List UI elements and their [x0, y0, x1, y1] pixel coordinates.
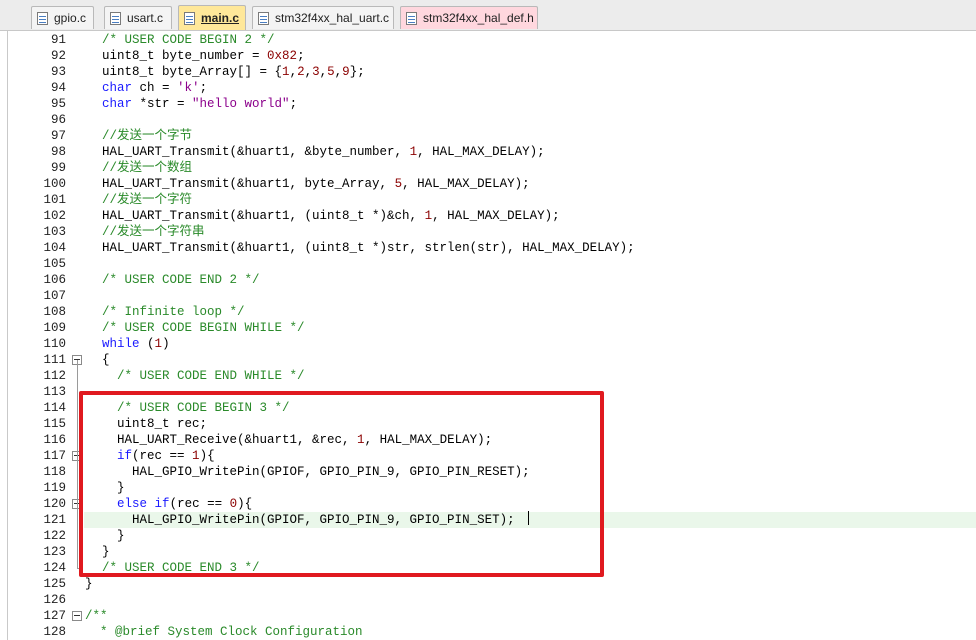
line-number: 122 — [43, 529, 66, 543]
file-icon — [184, 11, 195, 25]
line-number: 91 — [50, 33, 66, 47]
code-editor[interactable]: 91 /* USER CODE BEGIN 2 */ 92 uint8_t byt… — [0, 31, 976, 640]
code-line[interactable]: /* USER CODE END WHILE */ — [72, 368, 305, 384]
code-line[interactable]: uint8_t byte_Array[] = {1,2,3,5,9}; — [72, 64, 365, 80]
line-number: 127 — [43, 609, 66, 623]
tab-stm32f4xx-hal-def-h[interactable]: stm32f4xx_hal_def.h — [400, 6, 538, 29]
line-number: 125 — [43, 577, 66, 591]
line-number: 117 — [43, 449, 66, 463]
code-line[interactable]: /* USER CODE END 2 */ — [72, 272, 260, 288]
code-line[interactable]: HAL_UART_Transmit(&huart1, (uint8_t *)st… — [72, 240, 635, 256]
line-number: 108 — [43, 305, 66, 319]
tab-label: gpio.c — [54, 11, 87, 25]
line-number: 121 — [43, 513, 66, 527]
tab-label: stm32f4xx_hal_uart.c — [275, 11, 390, 25]
line-number: 111 — [43, 353, 66, 367]
file-icon — [406, 11, 417, 25]
code-line[interactable]: while (1) — [72, 336, 170, 352]
line-number: 113 — [43, 385, 66, 399]
line-number: 104 — [43, 241, 66, 255]
line-number: 97 — [50, 129, 66, 143]
highlight-box — [79, 391, 604, 577]
line-number: 98 — [50, 145, 66, 159]
line-number: 105 — [43, 257, 66, 271]
line-number: 94 — [50, 81, 66, 95]
fold-guide — [77, 360, 78, 568]
line-number: 109 — [43, 321, 66, 335]
code-line[interactable]: //发送一个数组 — [72, 160, 192, 176]
line-number: 95 — [50, 97, 66, 111]
line-number: 100 — [43, 177, 66, 191]
line-number: 123 — [43, 545, 66, 559]
line-number: 112 — [43, 369, 66, 383]
tab-label: stm32f4xx_hal_def.h — [423, 11, 534, 25]
code-line[interactable]: * @brief System Clock Configuration — [85, 624, 363, 640]
code-line[interactable]: /* Infinite loop */ — [72, 304, 245, 320]
line-number: 103 — [43, 225, 66, 239]
code-line[interactable]: } — [85, 576, 93, 592]
code-line[interactable]: /* USER CODE BEGIN WHILE */ — [72, 320, 305, 336]
tab-main-c[interactable]: main.c — [178, 5, 246, 30]
line-number: 114 — [43, 401, 66, 415]
code-line[interactable]: HAL_UART_Transmit(&huart1, &byte_number,… — [72, 144, 545, 160]
code-line[interactable]: uint8_t byte_number = 0x82; — [72, 48, 305, 64]
code-line[interactable]: //发送一个字符串 — [72, 224, 205, 240]
code-line[interactable] — [72, 288, 102, 304]
file-icon — [258, 11, 269, 25]
line-number: 93 — [50, 65, 66, 79]
code-line[interactable] — [72, 256, 102, 272]
code-line[interactable]: HAL_UART_Transmit(&huart1, byte_Array, 5… — [72, 176, 530, 192]
line-number: 128 — [43, 625, 66, 639]
code-line[interactable]: char ch = 'k'; — [72, 80, 207, 96]
file-icon — [37, 11, 48, 25]
file-icon — [110, 11, 121, 25]
tab-usart-c[interactable]: usart.c — [104, 6, 172, 29]
line-number: 118 — [43, 465, 66, 479]
file-tab-bar: gpio.c usart.c main.c stm32f4xx_hal_uart… — [0, 0, 976, 31]
line-number: 110 — [43, 337, 66, 351]
line-number: 107 — [43, 289, 66, 303]
line-number: 99 — [50, 161, 66, 175]
code-line[interactable]: /** — [85, 608, 108, 624]
line-number: 120 — [43, 497, 66, 511]
code-line[interactable]: char *str = "hello world"; — [72, 96, 297, 112]
line-number: 92 — [50, 49, 66, 63]
line-number: 96 — [50, 113, 66, 127]
line-number: 124 — [43, 561, 66, 575]
code-line[interactable] — [72, 112, 102, 128]
line-number: 101 — [43, 193, 66, 207]
line-number: 102 — [43, 209, 66, 223]
fold-toggle-icon[interactable] — [72, 611, 82, 621]
code-line[interactable]: //发送一个字符 — [72, 192, 192, 208]
line-number: 115 — [43, 417, 66, 431]
code-line[interactable]: /* USER CODE BEGIN 2 */ — [72, 32, 275, 48]
code-line[interactable]: HAL_UART_Transmit(&huart1, (uint8_t *)&c… — [72, 208, 560, 224]
tab-label: usart.c — [127, 11, 164, 25]
text-caret — [528, 511, 529, 525]
line-number: 119 — [43, 481, 66, 495]
line-number: 116 — [43, 433, 66, 447]
tab-label: main.c — [201, 11, 240, 25]
tab-stm32f4xx-hal-uart-c[interactable]: stm32f4xx_hal_uart.c — [252, 6, 394, 29]
tab-gpio-c[interactable]: gpio.c — [31, 6, 94, 29]
code-line[interactable] — [72, 592, 102, 608]
line-number: 106 — [43, 273, 66, 287]
code-line[interactable]: //发送一个字节 — [72, 128, 192, 144]
line-number: 126 — [43, 593, 66, 607]
